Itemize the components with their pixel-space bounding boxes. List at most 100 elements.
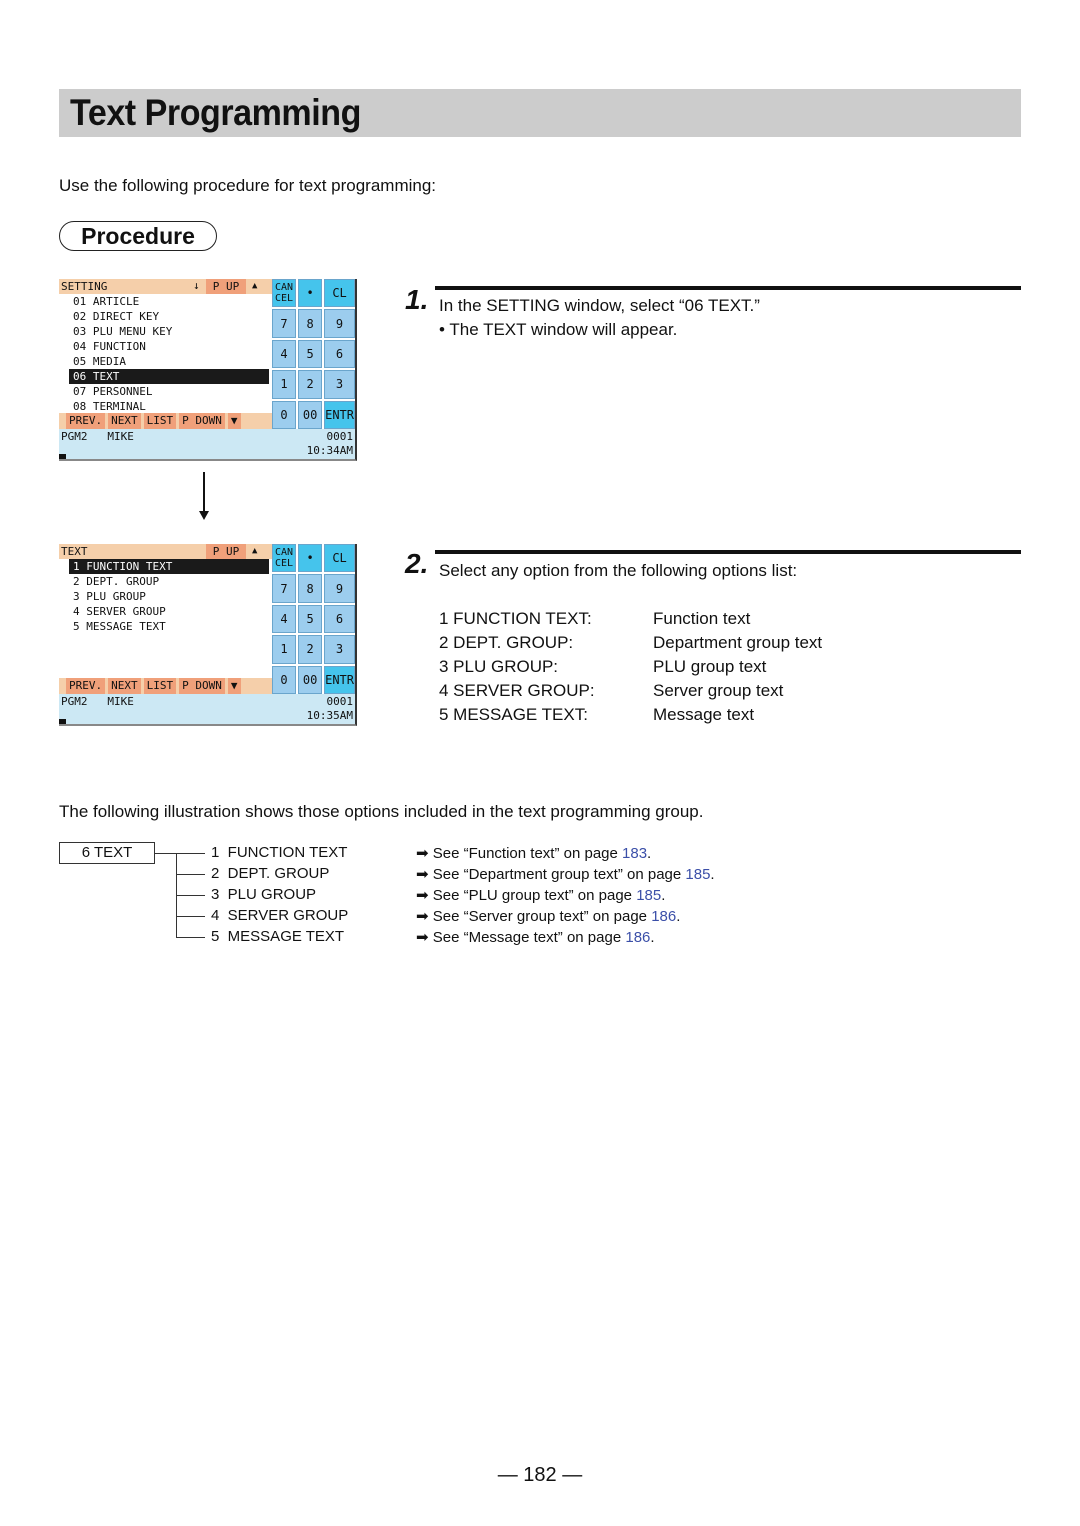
key-4[interactable]: 4 [272, 339, 297, 369]
key-enter[interactable]: ENTR [324, 400, 355, 429]
screen-title: TEXT [61, 545, 88, 558]
key-enter[interactable]: ENTR [324, 665, 355, 694]
setting-screen: SETTING ↓ P UP ▲ 01 ARTICLE 02 DIRECT KE… [59, 279, 357, 461]
time-label: 10:34AM [306, 444, 353, 457]
key-4[interactable]: 4 [272, 604, 297, 634]
key-8[interactable]: 8 [298, 574, 323, 603]
menu-item[interactable]: 01 ARTICLE [59, 294, 272, 309]
key-7[interactable]: 7 [272, 309, 297, 338]
menu-item[interactable]: 5 MESSAGE TEXT [59, 619, 272, 634]
key-5[interactable]: 5 [298, 339, 323, 369]
key-clear[interactable]: CL [324, 279, 355, 308]
page-link[interactable]: 185 [685, 866, 710, 883]
step-2-number: 2. [405, 548, 429, 579]
key-6[interactable]: 6 [324, 339, 355, 369]
scroll-down-icon[interactable]: ↓ [193, 279, 200, 292]
menu-item[interactable]: 04 FUNCTION [59, 339, 272, 354]
page-link[interactable]: 183 [622, 845, 647, 862]
next-button[interactable]: NEXT [108, 678, 141, 694]
cursor [59, 454, 66, 459]
key-1[interactable]: 1 [272, 370, 297, 399]
punctuation: . [661, 887, 666, 904]
reference-text: ➡ See “PLU group text” on page [416, 887, 637, 904]
tree-root-box: 6 TEXT [59, 842, 155, 864]
key-00[interactable]: 00 [298, 665, 323, 694]
list-button[interactable]: LIST [143, 413, 177, 429]
page-down-button[interactable]: P DOWN [179, 678, 225, 694]
key-2[interactable]: 2 [298, 635, 323, 664]
up-arrow-icon[interactable]: ▲ [252, 279, 257, 294]
prev-button[interactable]: PREV. [66, 413, 106, 429]
key-9[interactable]: 9 [324, 574, 355, 603]
page-reference: ➡ See “Server group text” on page 186. [416, 907, 680, 925]
key-cancel[interactable]: CAN CEL [272, 544, 297, 573]
key-0[interactable]: 0 [272, 665, 297, 694]
page-reference: ➡ See “Department group text” on page 18… [416, 865, 715, 883]
reference-text: ➡ See “Department group text” on page [416, 866, 686, 883]
option-row: 3 PLU GROUP: PLU group text [439, 657, 766, 677]
option-desc: PLU group text [653, 657, 767, 676]
list-button[interactable]: LIST [143, 678, 177, 694]
page-link[interactable]: 186 [625, 929, 650, 946]
option-desc: Server group text [653, 681, 784, 700]
key-6[interactable]: 6 [324, 604, 355, 634]
intro-text: Use the following procedure for text pro… [59, 176, 437, 195]
tree-connector [176, 937, 205, 938]
key-cancel[interactable]: CAN CEL [272, 279, 297, 308]
menu-item-selected[interactable]: 1 FUNCTION TEXT [69, 559, 269, 574]
next-button[interactable]: NEXT [108, 413, 141, 429]
key-1[interactable]: 1 [272, 635, 297, 664]
option-key: 2 DEPT. GROUP: [439, 633, 574, 652]
menu-item[interactable]: 07 PERSONNEL [59, 384, 272, 399]
down-arrow-icon[interactable]: ▼ [227, 678, 241, 694]
menu-item-selected[interactable]: 06 TEXT [69, 369, 269, 384]
key-clear[interactable]: CL [324, 544, 355, 573]
key-3[interactable]: 3 [324, 635, 355, 664]
text-screen: TEXT P UP ▲ 1 FUNCTION TEXT 2 DEPT. GROU… [59, 544, 357, 726]
menu-item[interactable]: 2 DEPT. GROUP [59, 574, 272, 589]
prev-button[interactable]: PREV. [66, 678, 106, 694]
option-row: 4 SERVER GROUP: Server group text [439, 681, 783, 701]
page-title: Text Programming [70, 92, 361, 133]
page-reference: ➡ See “PLU group text” on page 185. [416, 886, 665, 904]
terminal-number: 0001 [326, 695, 354, 708]
page-number: — 182 — [497, 1464, 583, 1486]
key-2[interactable]: 2 [298, 370, 323, 399]
key-dot[interactable]: • [298, 279, 323, 308]
tree-item: 1 FUNCTION TEXT [211, 844, 348, 861]
key-5[interactable]: 5 [298, 604, 323, 634]
page-up-button[interactable]: P UP [206, 544, 246, 559]
key-0[interactable]: 0 [272, 400, 297, 429]
menu-item[interactable]: 03 PLU MENU KEY [59, 324, 272, 339]
option-key: 5 MESSAGE TEXT: [439, 705, 588, 724]
key-dot[interactable]: • [298, 544, 323, 573]
tree-connector [176, 874, 205, 875]
page-up-button[interactable]: P UP [206, 279, 246, 294]
keypad: CAN CEL • CL 7 8 9 4 5 6 1 2 3 0 00 ENTR [272, 279, 355, 429]
punctuation: . [710, 866, 715, 883]
menu-item[interactable]: 02 DIRECT KEY [59, 309, 272, 324]
option-desc: Function text [653, 609, 751, 628]
key-3[interactable]: 3 [324, 370, 355, 399]
key-00[interactable]: 00 [298, 400, 323, 429]
key-8[interactable]: 8 [298, 309, 323, 338]
key-9[interactable]: 9 [324, 309, 355, 338]
tree-connector [176, 916, 205, 917]
operator-label: PGM2 MIKE [61, 430, 134, 443]
page-reference: ➡ See “Message text” on page 186. [416, 928, 655, 946]
terminal-number: 0001 [326, 430, 354, 443]
key-7[interactable]: 7 [272, 574, 297, 603]
page-down-button[interactable]: P DOWN [179, 413, 225, 429]
tree-connector [176, 895, 205, 896]
menu-item[interactable]: 4 SERVER GROUP [59, 604, 272, 619]
page-link[interactable]: 186 [651, 908, 676, 925]
menu-item[interactable]: 08 TERMINAL [59, 399, 272, 414]
tree-connector [155, 853, 205, 854]
keypad: CAN CEL • CL 7 8 9 4 5 6 1 2 3 0 00 ENTR [272, 544, 355, 694]
page-link[interactable]: 185 [636, 887, 661, 904]
up-arrow-icon[interactable]: ▲ [252, 544, 257, 559]
down-arrow-icon[interactable]: ▼ [227, 413, 241, 429]
menu-item[interactable]: 05 MEDIA [59, 354, 272, 369]
punctuation: . [676, 908, 681, 925]
menu-item[interactable]: 3 PLU GROUP [59, 589, 272, 604]
